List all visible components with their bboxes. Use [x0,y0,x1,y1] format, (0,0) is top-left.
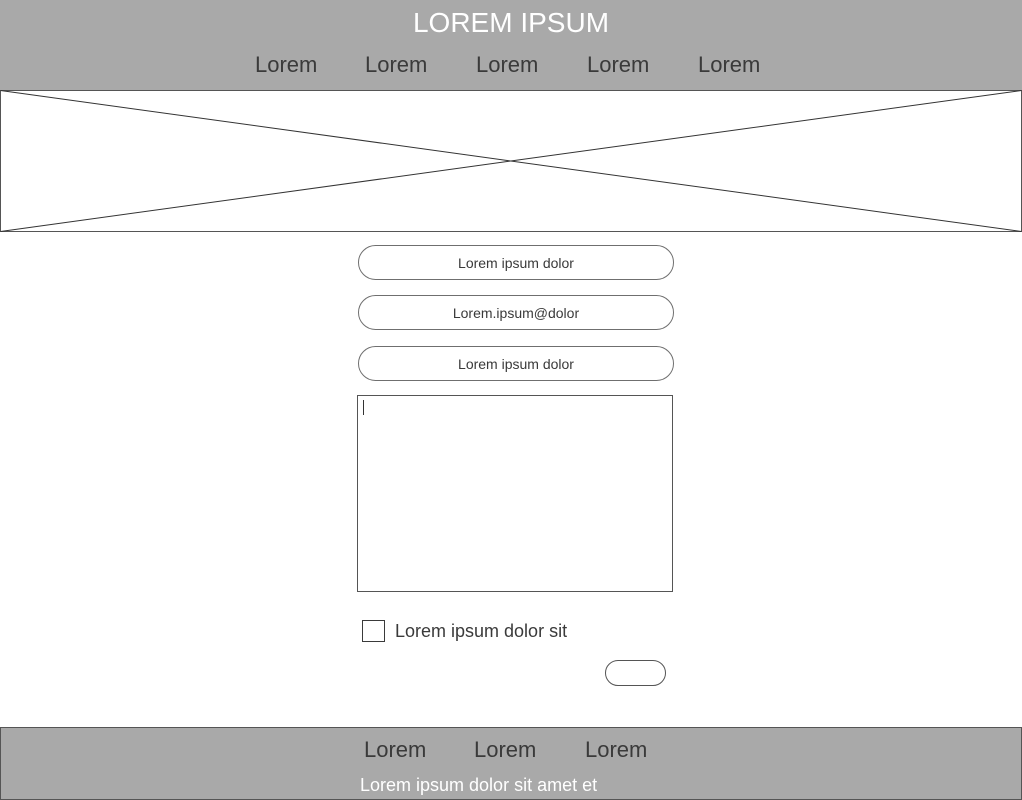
footer-bar: Lorem Lorem Lorem Lorem ipsum dolor sit … [0,727,1022,800]
checkbox-label: Lorem ipsum dolor sit [395,621,568,641]
footer-link-3[interactable]: Lorem [585,737,647,763]
nav-item-3[interactable]: Lorem [476,52,538,78]
name-field[interactable] [358,245,674,280]
nav-item-2[interactable]: Lorem [365,52,427,78]
agree-checkbox[interactable] [362,620,385,642]
footer-link-1[interactable]: Lorem [364,737,426,763]
nav-item-5[interactable]: Lorem [698,52,760,78]
page: LOREM IPSUM Lorem Lorem Lorem Lorem Lore… [0,0,1022,800]
subject-field[interactable] [358,346,674,381]
message-textarea[interactable] [357,395,673,592]
header-bar: LOREM IPSUM Lorem Lorem Lorem Lorem Lore… [0,0,1022,91]
nav-item-1[interactable]: Lorem [255,52,317,78]
email-field[interactable] [358,295,674,330]
text-cursor [363,400,364,415]
nav-item-4[interactable]: Lorem [587,52,649,78]
footer-text: Lorem ipsum dolor sit amet et [360,775,598,795]
submit-button[interactable] [605,660,666,686]
image-placeholder-icon [0,90,1022,232]
hero-image-placeholder [0,90,1022,232]
footer-link-2[interactable]: Lorem [474,737,536,763]
site-title: LOREM IPSUM [412,7,610,38]
